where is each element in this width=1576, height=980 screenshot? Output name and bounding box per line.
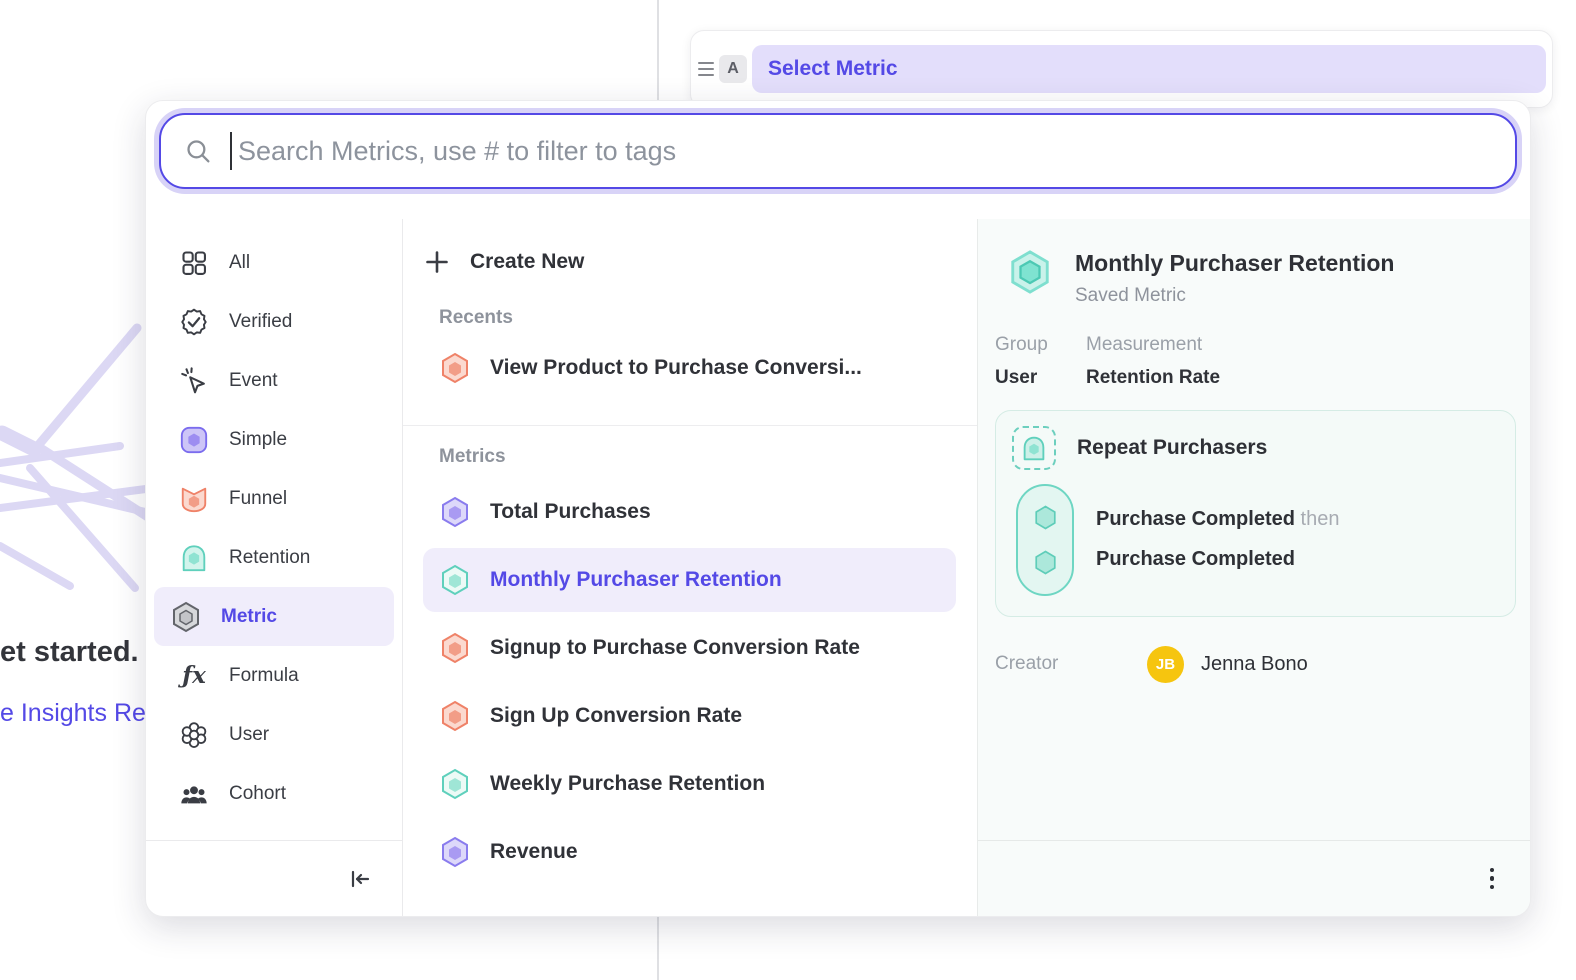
collapse-sidebar-icon[interactable] — [348, 867, 372, 891]
user-cluster-icon — [178, 719, 210, 751]
metric-row-label: Total Purchases — [490, 500, 651, 524]
creator-avatar: JB — [1147, 646, 1184, 683]
metric-row-label: Revenue — [490, 840, 578, 864]
funnel-icon — [178, 483, 210, 515]
formula-icon: ƒx — [178, 660, 210, 692]
metric-list-panel: Create New Recents View Product to Purch… — [403, 219, 977, 916]
select-metric-button[interactable]: Select Metric — [752, 45, 1546, 93]
funnel-metric-icon — [439, 352, 471, 384]
sidebar-item-all[interactable]: All — [154, 233, 394, 292]
sidebar-item-label: Simple — [229, 429, 287, 451]
sidebar-item-user[interactable]: User — [154, 705, 394, 764]
sidebar-item-label: All — [229, 252, 250, 274]
metric-row-monthly-purchaser-retention[interactable]: Monthly Purchaser Retention — [423, 548, 956, 612]
group-value: User — [995, 367, 1086, 389]
metric-hexagon-icon — [439, 836, 471, 868]
sidebar-item-label: Event — [229, 370, 278, 392]
sidebar-item-label: Formula — [229, 665, 299, 687]
metric-hexagon-icon — [439, 496, 471, 528]
event-hexagon-icon — [1032, 504, 1059, 531]
recents-section-label: Recents — [439, 307, 956, 329]
metric-details-panel: Monthly Purchaser Retention Saved Metric… — [977, 219, 1530, 916]
metric-row-label: Weekly Purchase Retention — [490, 772, 765, 796]
recent-metric-row[interactable]: View Product to Purchase Conversi... — [423, 333, 956, 403]
metric-row-signup-to-purchase[interactable]: Signup to Purchase Conversion Rate — [423, 616, 956, 680]
saved-metric-icon — [1007, 249, 1053, 295]
metric-row-total-purchases[interactable]: Total Purchases — [423, 480, 956, 544]
details-title: Monthly Purchaser Retention — [1075, 249, 1394, 278]
details-subtitle: Saved Metric — [1075, 285, 1394, 307]
metric-row-label: Signup to Purchase Conversion Rate — [490, 636, 860, 660]
metric-row-label: Sign Up Conversion Rate — [490, 704, 742, 728]
sidebar-item-formula[interactable]: ƒx Formula — [154, 646, 394, 705]
recent-metric-label: View Product to Purchase Conversi... — [490, 356, 862, 380]
group-label: Group — [995, 334, 1086, 356]
details-header: Monthly Purchaser Retention Saved Metric — [1007, 249, 1516, 307]
sidebar-item-event[interactable]: Event — [154, 351, 394, 410]
sidebar-footer — [146, 840, 402, 916]
definition-card: Repeat Purchasers Purchase Completed the… — [995, 410, 1516, 617]
metric-slot-bar: A Select Metric — [690, 30, 1553, 108]
sidebar-item-funnel[interactable]: Funnel — [154, 469, 394, 528]
event-hexagon-icon — [1032, 549, 1059, 576]
create-new-button[interactable]: Create New — [407, 237, 956, 287]
funnel-metric-icon — [439, 632, 471, 664]
details-footer — [978, 840, 1530, 916]
sidebar-item-label: Cohort — [229, 783, 286, 805]
metrics-section-label: Metrics — [439, 446, 956, 468]
search-input[interactable] — [236, 135, 1491, 168]
create-new-label: Create New — [470, 250, 584, 274]
sidebar-item-label: Metric — [221, 606, 277, 628]
metric-row-sign-up-conversion[interactable]: Sign Up Conversion Rate — [423, 684, 956, 748]
retention-metric-icon — [439, 564, 471, 596]
creator-name: Jenna Bono — [1201, 653, 1308, 676]
metric-row-label: Monthly Purchaser Retention — [490, 568, 782, 592]
drag-handle-icon[interactable] — [698, 62, 714, 76]
search-field[interactable] — [159, 113, 1517, 189]
verified-badge-icon — [178, 306, 210, 338]
step-connector: then — [1301, 508, 1340, 530]
grid-icon — [178, 247, 210, 279]
text-cursor — [230, 132, 232, 170]
background-heading-fragment: et started. — [0, 636, 139, 669]
sidebar-item-metric[interactable]: Metric — [154, 587, 394, 646]
sidebar-item-label: Funnel — [229, 488, 287, 510]
series-a-badge[interactable]: A — [719, 55, 747, 83]
cohort-icon — [178, 778, 210, 810]
more-options-icon[interactable] — [1490, 868, 1495, 890]
filter-sidebar: All Verified Event — [146, 219, 403, 916]
metric-row-weekly-purchase-retention[interactable]: Weekly Purchase Retention — [423, 752, 956, 816]
metric-row-revenue[interactable]: Revenue — [423, 820, 956, 884]
list-divider — [403, 425, 977, 426]
step-2-event: Purchase Completed — [1096, 548, 1295, 570]
sidebar-item-simple[interactable]: Simple — [154, 410, 394, 469]
sidebar-item-verified[interactable]: Verified — [154, 292, 394, 351]
metric-picker-modal: All Verified Event — [145, 100, 1531, 917]
details-meta: Group User Measurement Retention Rate — [995, 334, 1516, 389]
step-1-event: Purchase Completed — [1096, 508, 1295, 530]
sidebar-item-retention[interactable]: Retention — [154, 528, 394, 587]
creator-row: Creator JB Jenna Bono — [995, 646, 1516, 683]
funnel-metric-icon — [439, 700, 471, 732]
metric-hexagon-icon — [170, 601, 202, 633]
measurement-value: Retention Rate — [1086, 367, 1220, 389]
creator-label: Creator — [995, 653, 1147, 675]
retention-metric-icon — [439, 768, 471, 800]
retention-icon — [178, 542, 210, 574]
select-metric-label: Select Metric — [768, 57, 898, 81]
sidebar-item-label: User — [229, 724, 269, 746]
event-sequence-capsule — [1016, 484, 1074, 596]
event-cursor-icon — [178, 365, 210, 397]
sidebar-item-cohort[interactable]: Cohort — [154, 764, 394, 823]
simple-metric-icon — [178, 424, 210, 456]
search-icon — [185, 138, 212, 165]
definition-name: Repeat Purchasers — [1077, 436, 1267, 460]
plus-icon — [423, 248, 451, 276]
background-link-fragment[interactable]: e Insights Re — [0, 699, 146, 728]
cohort-definition-icon — [1012, 426, 1056, 470]
measurement-label: Measurement — [1086, 334, 1220, 356]
sidebar-item-label: Verified — [229, 311, 292, 333]
sidebar-item-label: Retention — [229, 547, 310, 569]
